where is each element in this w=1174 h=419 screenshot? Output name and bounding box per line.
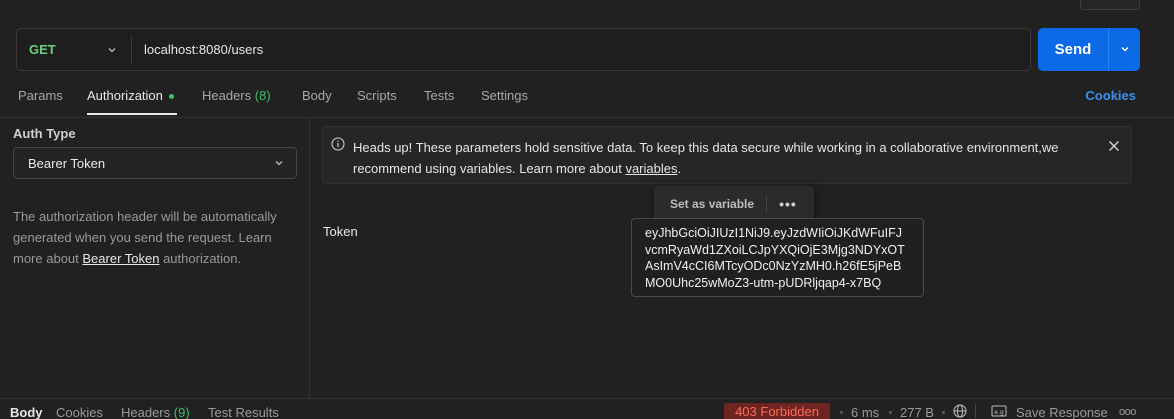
status-badge[interactable]: 403 Forbidden — [724, 403, 830, 419]
token-value: eyJhbGciOiJIUzI1NiJ9.eyJzdWIiOiJKdWFuIFJ… — [645, 226, 905, 290]
separator-dot — [889, 411, 892, 414]
tab-headers[interactable]: Headers (8) — [202, 88, 271, 103]
auth-type-select[interactable]: Bearer Token — [13, 147, 297, 179]
tab-authorization[interactable]: Authorization — [87, 88, 174, 103]
auth-description: The authorization header will be automat… — [13, 206, 303, 269]
method-select[interactable]: GET — [17, 29, 131, 70]
tab-label: Settings — [481, 88, 528, 103]
send-group: Send — [1038, 28, 1140, 71]
tab-settings[interactable]: Settings — [481, 88, 528, 103]
tab-label: Authorization — [87, 88, 163, 103]
svg-text:e.g: e.g — [994, 409, 1004, 416]
tab-label: Tests — [424, 88, 455, 103]
auth-desc-suffix: authorization. — [159, 251, 242, 266]
bearer-token-link[interactable]: Bearer Token — [82, 251, 159, 266]
chevron-down-icon — [274, 156, 284, 171]
tab-count: (8) — [254, 88, 271, 103]
alert-suffix: . — [677, 161, 682, 176]
response-tab-test-results[interactable]: Test Results — [208, 405, 279, 419]
url-bar: GET — [16, 28, 1031, 71]
top-corner-button[interactable] — [1080, 0, 1140, 10]
response-size[interactable]: 277 B — [900, 405, 934, 419]
cookies-link[interactable]: Cookies — [1085, 88, 1136, 103]
url-input[interactable] — [132, 29, 1030, 70]
response-tab-headers[interactable]: Headers (9) — [121, 405, 190, 419]
tab-label: Body — [302, 88, 332, 103]
tab-count: (9) — [173, 405, 190, 419]
tooltip-separator — [766, 195, 768, 213]
separator-dot — [942, 411, 945, 414]
auth-type-value: Bearer Token — [28, 155, 106, 171]
token-label: Token — [323, 224, 358, 239]
sensitive-data-alert: Heads up! These parameters hold sensitiv… — [322, 126, 1132, 184]
alert-message: Heads up! These parameters hold sensitiv… — [353, 140, 1059, 176]
set-as-variable-button[interactable]: Set as variable — [654, 197, 754, 211]
variables-link[interactable]: variables — [625, 161, 677, 176]
more-options-icon[interactable]: ooo — [1119, 406, 1136, 418]
info-icon — [331, 137, 345, 151]
separator — [975, 404, 976, 418]
alert-text: Heads up! These parameters hold sensitiv… — [353, 137, 1103, 179]
chevron-down-icon — [1120, 42, 1130, 57]
send-button[interactable]: Send — [1038, 28, 1108, 71]
tab-label: Headers — [121, 405, 171, 419]
auth-type-label: Auth Type — [13, 126, 76, 141]
tab-tests[interactable]: Tests — [424, 88, 454, 103]
response-time[interactable]: 6 ms — [851, 405, 879, 419]
more-options-icon[interactable]: ••• — [779, 196, 797, 212]
auth-type-panel: Auth Type Bearer Token The authorization… — [0, 118, 310, 398]
send-options-button[interactable] — [1108, 28, 1140, 71]
separator-dot — [840, 411, 843, 414]
save-response-button[interactable]: Save Response — [1016, 405, 1108, 419]
close-icon[interactable] — [1107, 139, 1121, 153]
token-tooltip: Set as variable ••• — [654, 186, 814, 222]
top-strip — [0, 0, 1174, 22]
tab-label: Scripts — [357, 88, 397, 103]
save-example-icon[interactable]: e.g — [991, 404, 1007, 418]
response-tab-cookies[interactable]: Cookies — [56, 405, 103, 419]
globe-icon[interactable] — [953, 404, 967, 418]
active-tab-underline — [87, 113, 177, 115]
request-tabs: Params Authorization Headers (8) Body Sc… — [0, 80, 1174, 115]
chevron-down-icon — [107, 45, 117, 55]
token-input[interactable]: eyJhbGciOiJIUzI1NiJ9.eyJzdWIiOiJKdWFuIFJ… — [631, 218, 924, 297]
tab-label: Headers — [202, 88, 252, 103]
tab-body[interactable]: Body — [302, 88, 332, 103]
active-dot-icon — [168, 94, 174, 100]
tab-params[interactable]: Params — [18, 88, 63, 103]
response-bar: Body Cookies Headers (9) Test Results 40… — [0, 398, 1174, 419]
tab-scripts[interactable]: Scripts — [357, 88, 397, 103]
tab-label: Params — [18, 88, 63, 103]
method-label: GET — [29, 42, 56, 57]
response-tab-body[interactable]: Body — [10, 405, 43, 419]
